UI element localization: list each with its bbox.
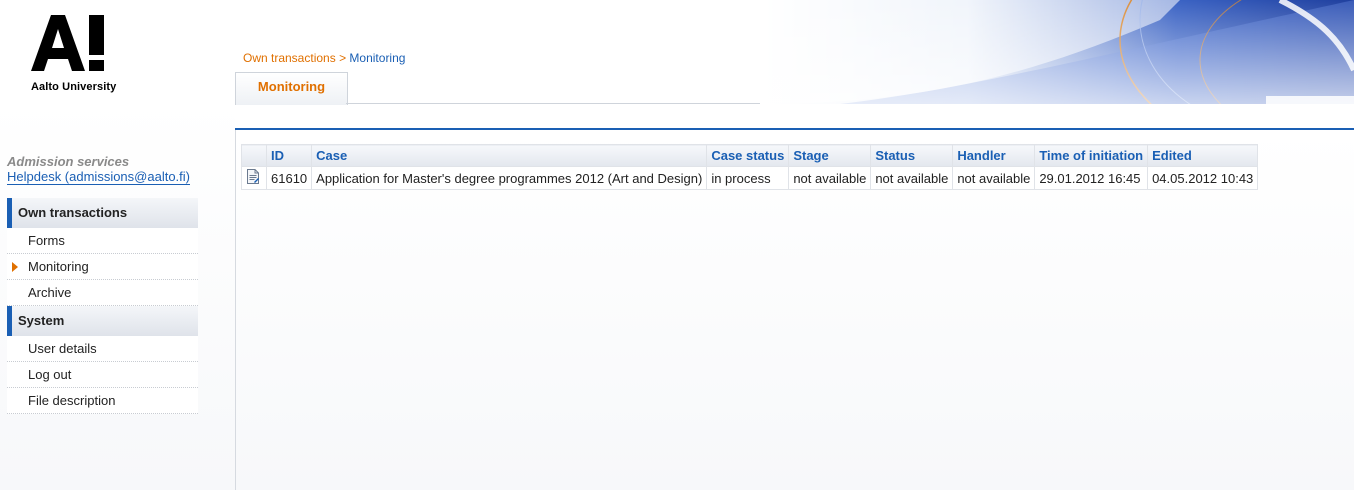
nav-group-own-transactions[interactable]: Own transactions [7, 198, 198, 228]
sidebar-item-archive[interactable]: Archive [7, 280, 198, 306]
tab-baseline [346, 103, 760, 104]
col-id-header[interactable]: ID [265, 144, 313, 167]
aalto-logo[interactable]: Aalto University [31, 15, 141, 95]
breadcrumb-own-transactions[interactable]: Own transactions [243, 51, 336, 65]
cell-status: not available [870, 166, 954, 190]
cell-edited: 04.05.2012 10:43 [1147, 166, 1259, 190]
sidebar-nav: Own transactions Forms Monitoring Archiv… [7, 198, 198, 414]
breadcrumb-current: Monitoring [349, 51, 406, 65]
cell-case-status: in process [706, 166, 790, 190]
col-time-header[interactable]: Time of initiation [1034, 144, 1149, 167]
col-status-header[interactable]: Status [870, 144, 954, 167]
row-icon-cell [241, 166, 267, 190]
nav-group-system[interactable]: System [7, 306, 198, 336]
col-handler-header[interactable]: Handler [952, 144, 1036, 167]
col-stage-header[interactable]: Stage [788, 144, 872, 167]
monitoring-table: ID Case Case status Stage Status Handler… [241, 144, 1259, 190]
sidebar-item-forms[interactable]: Forms [7, 228, 198, 254]
document-icon[interactable] [246, 169, 260, 187]
table-row[interactable]: 61610 Application for Master's degree pr… [241, 166, 1259, 190]
cell-handler: not available [952, 166, 1036, 190]
sidebar-item-file-description[interactable]: File description [7, 388, 198, 414]
cell-time-of-initiation: 29.01.2012 16:45 [1034, 166, 1149, 190]
col-edited-header[interactable]: Edited [1147, 144, 1259, 167]
sidebar-item-user-details[interactable]: User details [7, 336, 198, 362]
sidebar: Aalto University Admission services Help… [0, 0, 235, 490]
sidebar-item-log-out[interactable]: Log out [7, 362, 198, 388]
aalto-logo-mark [31, 15, 104, 71]
table-header-row: ID Case Case status Stage Status Handler… [241, 144, 1259, 167]
service-title: Admission services [7, 154, 130, 169]
col-case-status-header[interactable]: Case status [706, 144, 790, 167]
sidebar-item-monitoring[interactable]: Monitoring [7, 254, 198, 280]
col-case-header[interactable]: Case [311, 144, 708, 167]
tab-monitoring[interactable]: Monitoring [235, 72, 348, 105]
logo-text: Aalto University [31, 81, 117, 93]
header-banner [760, 0, 1354, 104]
cell-case[interactable]: Application for Master's degree programm… [311, 166, 708, 190]
cell-stage: not available [788, 166, 872, 190]
cell-id: 61610 [265, 166, 313, 190]
breadcrumb-separator: > [339, 51, 347, 65]
content-divider [235, 128, 1354, 130]
helpdesk-link[interactable]: Helpdesk (admissions@aalto.fi) [7, 169, 190, 185]
breadcrumb: Own transactions > Monitoring [243, 51, 405, 65]
col-icon-header [241, 144, 267, 167]
banner-graphic [760, 0, 1354, 104]
